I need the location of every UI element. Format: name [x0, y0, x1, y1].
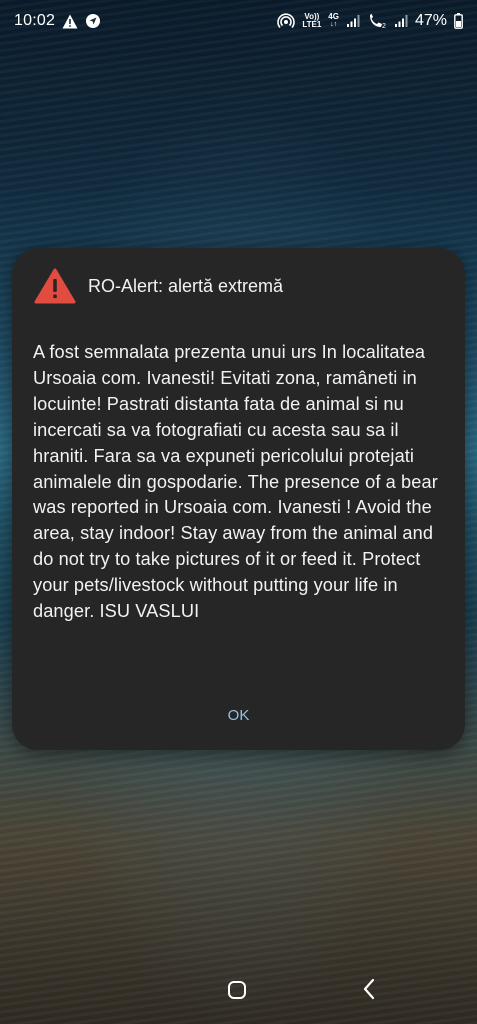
navigation-icon [85, 13, 101, 29]
ok-button[interactable]: OK [212, 703, 266, 728]
warning-triangle-icon [34, 268, 76, 304]
battery-percent: 47% [414, 12, 447, 29]
dialog-header: RO-Alert: alertă extremă [34, 268, 283, 304]
sim2-label: 2 [382, 23, 386, 29]
lock-screen: 10:02 Vo)) LTE1 4G ↓↑ 2 47% RO-Alert: al… [0, 0, 477, 1024]
back-icon[interactable] [362, 978, 376, 1005]
volte-icon: Vo)) LTE1 [302, 13, 321, 29]
network-type: 4G ↓↑ [328, 12, 339, 29]
signal-icon [346, 14, 360, 28]
network-4g-label: 4G [328, 12, 339, 21]
battery-icon [454, 13, 463, 29]
home-icon[interactable] [228, 981, 246, 999]
status-bar: 10:02 Vo)) LTE1 4G ↓↑ 2 47% [0, 0, 477, 42]
emergency-alert-dialog: RO-Alert: alertă extremă A fost semnalat… [12, 248, 465, 750]
status-bar-left: 10:02 [14, 12, 101, 30]
alert-message: A fost semnalata prezenta unui urs In lo… [33, 342, 438, 622]
lte1-label: LTE1 [302, 20, 322, 29]
call-icon: 2 [367, 13, 387, 29]
status-bar-right: Vo)) LTE1 4G ↓↑ 2 47% [277, 12, 463, 30]
warning-icon [62, 14, 78, 29]
clock: 10:02 [14, 12, 56, 29]
signal-icon [394, 14, 408, 28]
dialog-title: RO-Alert: alertă extremă [88, 275, 284, 296]
navigation-bar [0, 964, 477, 1024]
hotspot-icon [277, 13, 296, 29]
